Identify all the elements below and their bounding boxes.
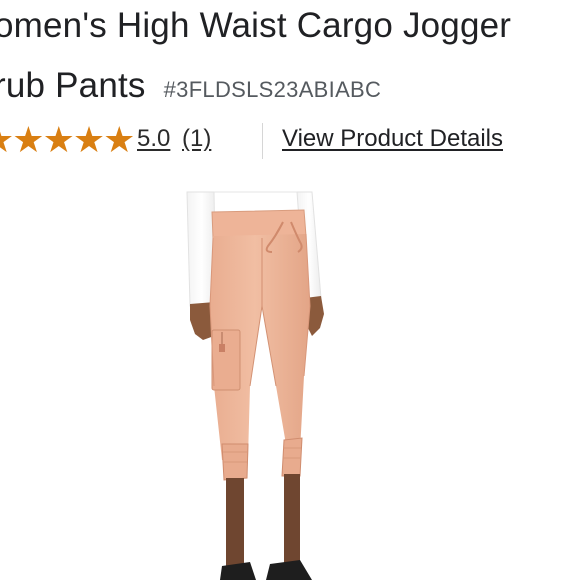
product-image[interactable] xyxy=(0,186,580,580)
product-title-line-1: omen's High Waist Cargo Jogger xyxy=(0,6,512,45)
view-product-details-link[interactable]: View Product Details xyxy=(282,125,503,153)
star-icon: ★ xyxy=(103,119,136,160)
star-icon: ★ xyxy=(12,119,45,160)
rating-value-link[interactable]: 5.0 xyxy=(137,125,170,153)
star-rating[interactable]: ★ ★ ★ ★ ★ xyxy=(0,119,136,161)
product-title-line-2: rub Pants #3FLDSLS23ABIABC xyxy=(0,66,381,110)
product-sku: #3FLDSLS23ABIABC xyxy=(163,77,382,102)
star-icon: ★ xyxy=(42,119,75,160)
product-title-text: rub Pants xyxy=(0,66,146,105)
divider xyxy=(262,123,263,159)
star-icon: ★ xyxy=(72,119,106,160)
rating-row: ★ ★ ★ ★ ★ 5.0 (1) View Product Details xyxy=(0,119,580,161)
review-count-link[interactable]: (1) xyxy=(182,125,211,153)
product-photo xyxy=(186,191,324,580)
